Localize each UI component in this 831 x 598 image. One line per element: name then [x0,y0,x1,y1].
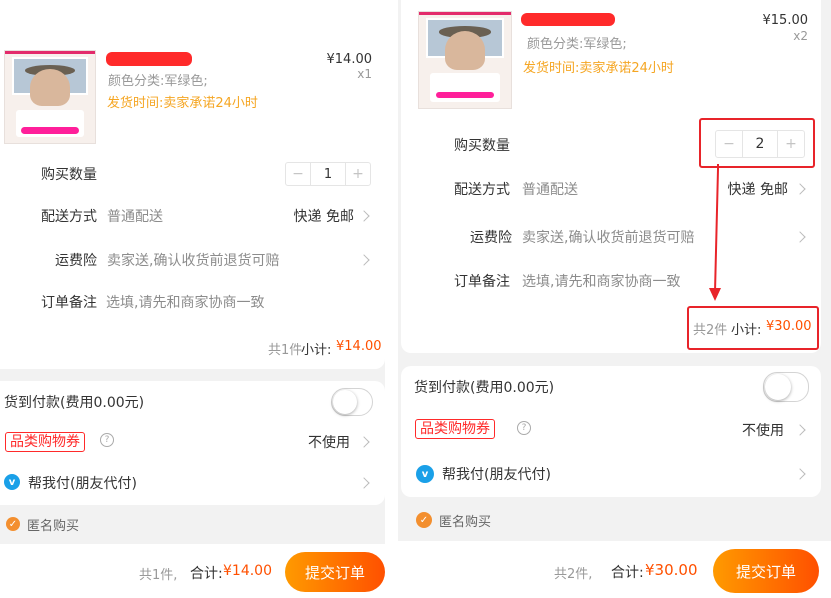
coupon-badge: 品类购物券 [415,419,495,439]
submit-order-button[interactable]: 提交订单 [285,552,385,592]
delivery-label: 配送方式 [454,182,510,198]
order-panel-right: 颜色分类:军绿色; 发货时间:卖家承诺24小时 ¥15.00 x2 购买数量 −… [398,0,831,598]
delivery-value: 普通配送 [107,209,163,225]
chevron-right-icon[interactable] [358,477,370,489]
product-variant: 颜色分类:军绿色; [108,74,208,89]
note-label: 订单备注 [41,295,97,311]
footer-count: 共1件, [139,568,178,583]
friend-pay-label[interactable]: 帮我付(朋友代付) [28,473,137,493]
anonymous-label: 匿名购买 [27,519,80,534]
chevron-right-icon[interactable] [794,183,806,195]
product-thumbnail[interactable] [418,11,512,109]
delivery-value: 普通配送 [522,182,578,198]
redacted-product-title [521,13,615,26]
chevron-right-icon[interactable] [358,210,370,222]
delivery-method[interactable]: 快递 免邮 [728,179,788,199]
highlight-box-subtotal [687,306,819,350]
friend-pay-icon: v [416,465,434,483]
insurance-label: 运费险 [55,253,97,269]
order-panel-left: 颜色分类:军绿色; 发货时间:卖家承诺24小时 ¥14.00 x1 购买数量 −… [0,0,385,598]
redacted-product-title [106,52,192,66]
coupon-badge: 品类购物券 [5,432,85,452]
increase-button[interactable]: + [346,163,370,185]
chevron-right-icon[interactable] [794,231,806,243]
submit-order-button[interactable]: 提交订单 [713,549,819,593]
ship-time: 发货时间:卖家承诺24小时 [523,61,674,76]
product-qty: x1 [357,67,372,81]
cod-label: 货到付款(费用0.00元) [414,380,555,396]
help-icon[interactable]: ? [517,421,531,435]
subtotal-label: 小计: [301,343,332,358]
cod-label: 货到付款(费用0.00元) [4,395,145,411]
annotation-arrow [709,164,721,301]
friend-pay-icon: v [4,474,20,490]
footer-count: 共2件, [554,567,593,582]
chevron-right-icon[interactable] [358,254,370,266]
chevron-right-icon[interactable] [794,468,806,480]
delivery-label: 配送方式 [41,209,97,225]
product-variant: 颜色分类:军绿色; [527,37,627,52]
cod-toggle[interactable] [763,372,809,402]
help-icon[interactable]: ? [100,433,114,447]
footer-total: ¥14.00 [223,563,272,579]
insurance-value: 卖家送,确认收货前退货可赔 [107,253,280,269]
insurance-label: 运费险 [470,230,512,246]
coupon-value[interactable]: 不使用 [742,420,784,440]
ship-time: 发货时间:卖家承诺24小时 [107,96,258,111]
coupon-value[interactable]: 不使用 [308,432,350,452]
product-price: ¥15.00 [762,13,809,28]
product-qty: x2 [793,29,808,43]
decrease-button[interactable]: − [286,163,310,185]
footer-total-label: 合计: [611,565,644,581]
product-thumbnail[interactable] [4,50,96,144]
chevron-right-icon[interactable] [358,436,370,448]
insurance-value: 卖家送,确认收货前退货可赔 [522,230,695,246]
anonymous-checkbox[interactable]: ✓ [6,517,20,531]
delivery-method[interactable]: 快递 免邮 [294,206,354,226]
payment-card: 货到付款(费用0.00元) 品类购物券 ? 不使用 v 帮我付(朋友代付) [401,366,821,497]
subtotal-count: 共1件 [268,343,303,358]
note-label: 订单备注 [454,274,510,290]
cod-toggle[interactable] [331,388,373,416]
note-input[interactable]: 选填,请先和商家协商一致 [106,292,264,312]
quantity-label: 购买数量 [454,138,510,154]
anonymous-checkbox[interactable]: ✓ [416,512,432,528]
payment-card: 货到付款(费用0.00元) 品类购物券 ? 不使用 v 帮我付(朋友代付) [0,381,385,505]
footer-total-label: 合计: [190,566,223,582]
chevron-right-icon[interactable] [794,424,806,436]
product-price: ¥14.00 [326,52,373,67]
note-input[interactable]: 选填,请先和商家协商一致 [522,271,680,291]
order-card: 颜色分类:军绿色; 发货时间:卖家承诺24小时 ¥15.00 x2 购买数量 −… [401,0,821,353]
friend-pay-label[interactable]: 帮我付(朋友代付) [442,464,551,484]
quantity-value[interactable]: 1 [310,163,346,185]
order-card: 颜色分类:军绿色; 发货时间:卖家承诺24小时 ¥14.00 x1 购买数量 −… [0,0,385,369]
panel-divider [385,0,398,598]
quantity-stepper[interactable]: − 1 + [285,162,371,186]
quantity-label: 购买数量 [41,167,97,183]
highlight-box-quantity [699,118,815,168]
footer-total: ¥30.00 [645,561,698,579]
anonymous-label: 匿名购买 [439,515,492,530]
subtotal-amount: ¥14.00 [336,339,382,354]
